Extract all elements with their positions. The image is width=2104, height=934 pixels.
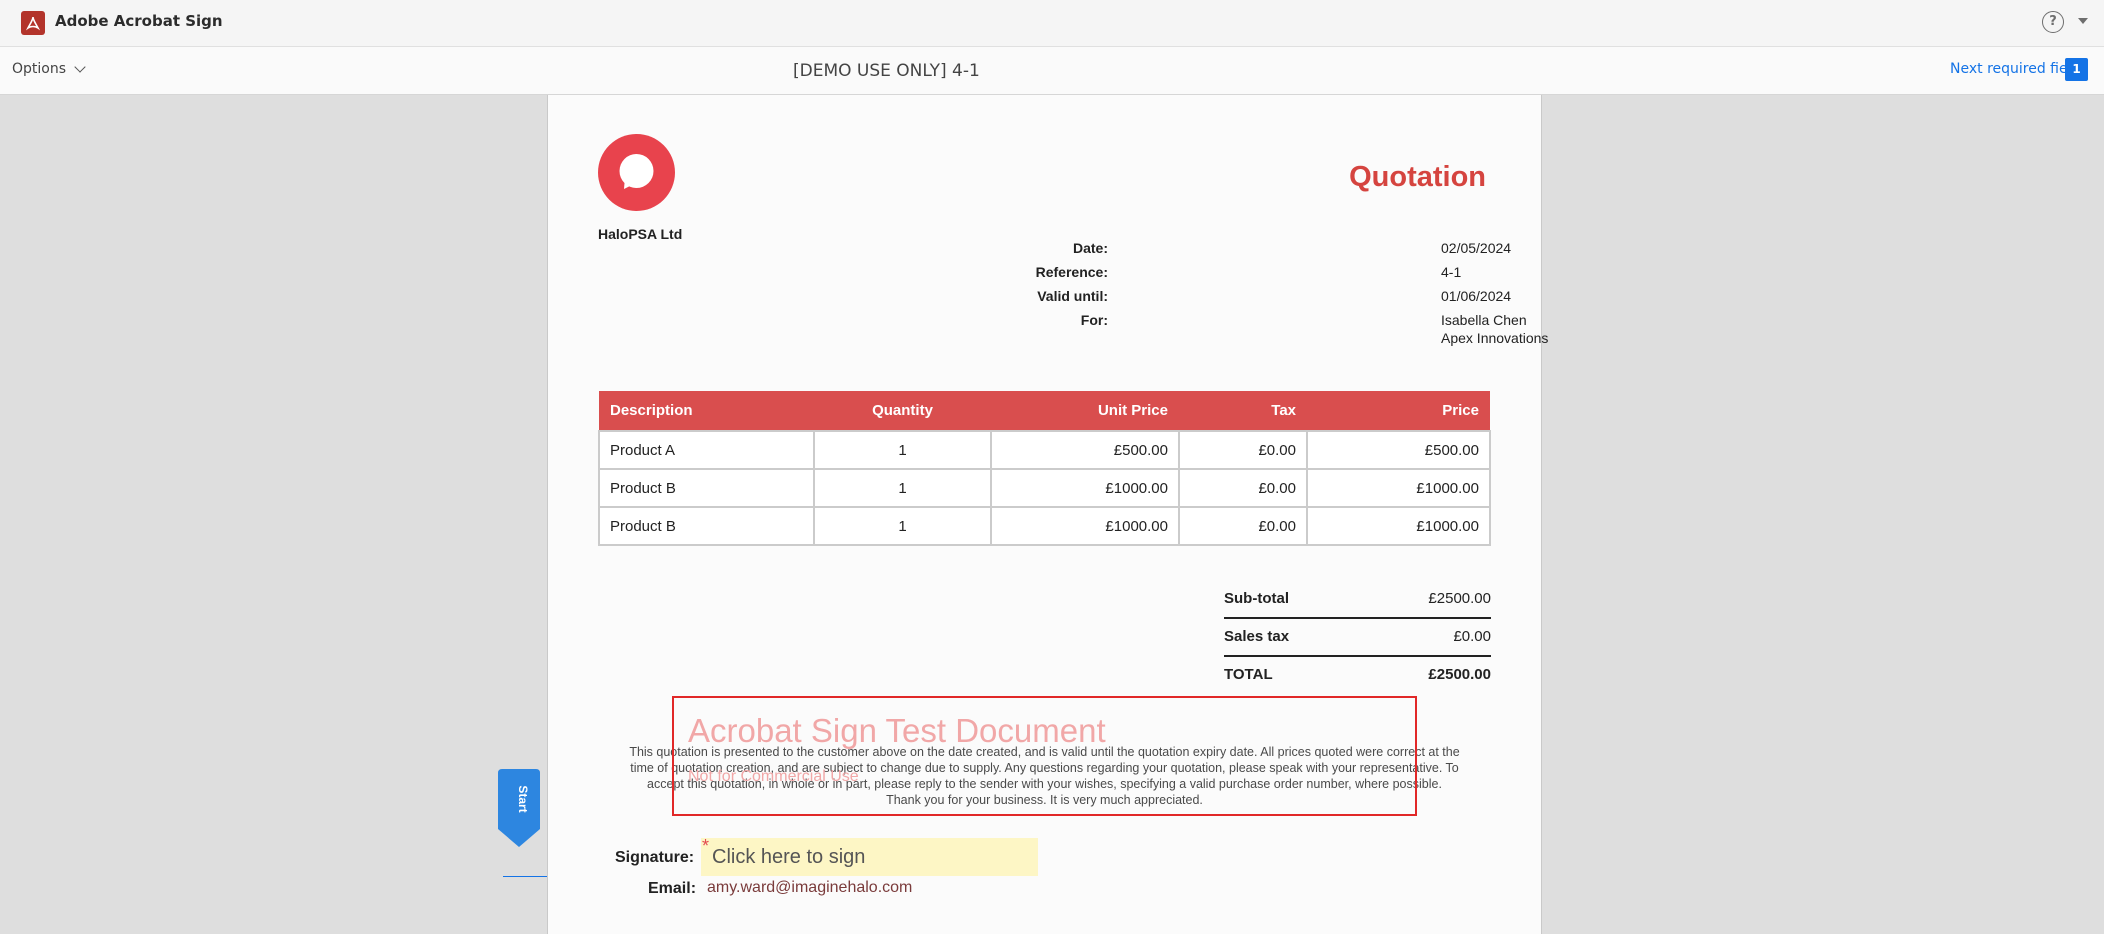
total-label: Sales tax [1224,628,1290,645]
table-cell: Product B [598,506,815,546]
company-name: HaloPSA Ltd [598,226,683,242]
chevron-down-icon [74,61,86,73]
table-cell: 1 [813,468,992,508]
table-cell: £1000.00 [1306,506,1491,546]
meta-value-company: Apex Innovations [1441,330,1549,346]
table-header-row: Description Quantity Unit Price Tax Pric… [599,391,1490,431]
column-header: Unit Price [991,391,1179,431]
column-header: Price [1307,391,1490,431]
meta-key: Reference: [1035,264,1108,280]
watermark-subtitle: Not for Commercial Use [688,768,859,785]
document-title: Quotation [1349,161,1486,193]
column-header: Quantity [814,391,991,431]
email-label: Email: [648,880,697,897]
meta-key: Valid until: [1037,288,1108,304]
app-title: Adobe Acrobat Sign [55,12,223,30]
top-bar: Adobe Acrobat Sign ? [0,0,2104,47]
table-cell: £1000.00 [1306,468,1491,508]
document-toolbar: Options [DEMO USE ONLY] 4-1 Next require… [0,47,2104,95]
table-cell: £1000.00 [990,506,1180,546]
total-label: TOTAL [1224,666,1273,683]
meta-key: For: [1080,312,1108,328]
next-required-field-link[interactable]: Next required field [1950,61,2080,77]
signature-label: Signature: [615,849,695,866]
acrobat-logo-icon [21,11,45,35]
totals-block: Sub-total £2500.00 Sales tax £0.00 TOTAL… [1224,581,1491,693]
total-value: £2500.00 [1428,590,1491,607]
table-cell: Product A [598,430,815,470]
table-cell: £1000.00 [990,468,1180,508]
total-label: Sub-total [1224,590,1289,607]
meta-value: Isabella Chen [1441,312,1527,328]
table-row: Product A 1 £500.00 £0.00 £500.00 [598,430,1491,470]
email-value: amy.ward@imaginehalo.com [707,879,913,896]
total-value: £0.00 [1453,628,1491,645]
options-label: Options [12,61,67,77]
meta-value: 4-1 [1441,264,1462,280]
table-cell: 1 [813,430,992,470]
document-name: [DEMO USE ONLY] 4-1 [793,61,980,81]
start-tab-button[interactable]: Start [498,769,540,847]
company-logo-icon [598,134,675,211]
help-icon[interactable]: ? [2042,11,2064,33]
options-menu-button[interactable]: Options [12,61,86,77]
watermark-title: Acrobat Sign Test Document [688,712,1106,749]
table-cell: £0.00 [1178,468,1308,508]
table-cell: Product B [598,468,815,508]
document-page: HaloPSA Ltd Quotation Date: 02/05/2024 R… [547,95,1548,934]
required-field-count-badge[interactable]: 1 [2065,58,2088,81]
table-cell: 1 [813,506,992,546]
table-cell: £0.00 [1178,506,1308,546]
table-cell: £500.00 [990,430,1180,470]
subtotal-row: Sub-total £2500.00 [1224,581,1491,617]
meta-value: 02/05/2024 [1441,240,1512,256]
sales-tax-row: Sales tax £0.00 [1224,617,1491,655]
required-asterisk-icon: * [702,836,710,856]
table-row: Product B 1 £1000.00 £0.00 £1000.00 [598,468,1491,508]
total-value: £2500.00 [1428,666,1491,683]
table-cell: £500.00 [1306,430,1491,470]
help-menu-chevron-icon[interactable] [2078,18,2088,24]
table-cell: £0.00 [1178,430,1308,470]
signature-field[interactable]: Click here to sign [701,838,1038,876]
table-row: Product B 1 £1000.00 £0.00 £1000.00 [598,506,1491,546]
grand-total-row: TOTAL £2500.00 [1224,655,1491,693]
line-items-table: Description Quantity Unit Price Tax Pric… [598,391,1491,546]
meta-key: Date: [1072,240,1108,256]
start-tab-label: Start [516,785,530,812]
meta-value: 01/06/2024 [1441,288,1512,304]
column-header: Tax [1179,391,1307,431]
test-document-watermark: Acrobat Sign Test Document Not for Comme… [672,696,1417,816]
column-header: Description [599,391,814,431]
